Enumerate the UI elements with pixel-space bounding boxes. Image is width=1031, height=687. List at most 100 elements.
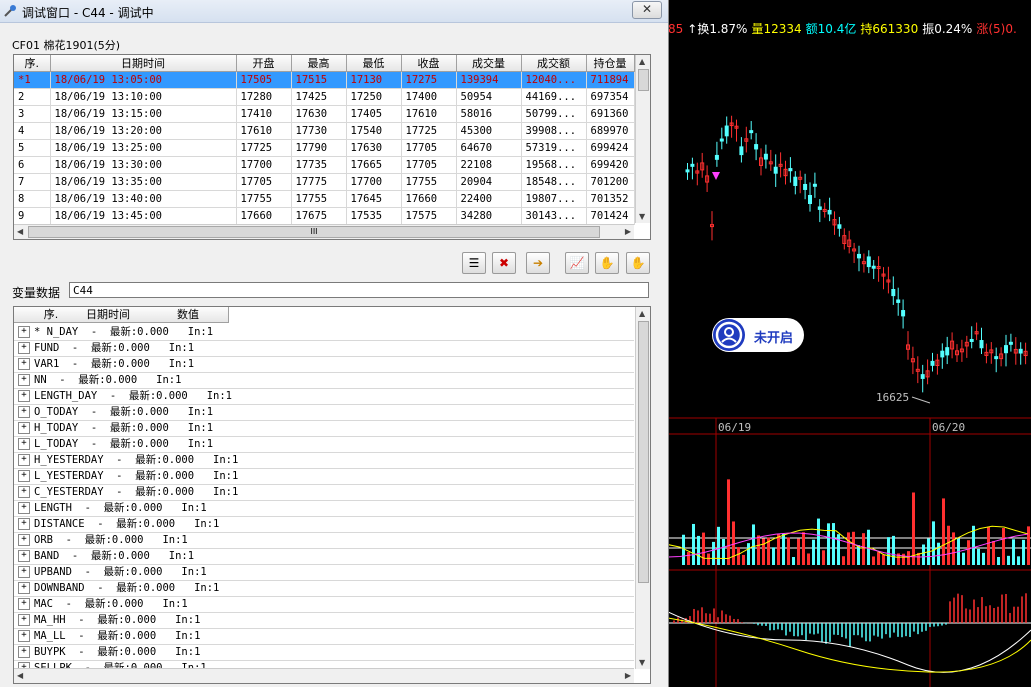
column-header[interactable]: 数值 (148, 307, 229, 323)
scroll-left-icon[interactable]: ◀ (17, 227, 23, 236)
expand-icon[interactable]: + (18, 390, 30, 402)
variable-row[interactable]: + LENGTH_DAY - 最新:0.000 In:1 (14, 388, 634, 405)
unopened-badge[interactable]: 未开启 (712, 318, 804, 352)
variable-row[interactable]: + BUYPK - 最新:0.000 In:1 (14, 644, 634, 661)
table-row[interactable]: 4 18/06/19 13:20:00 17610 17730 17540 17725 45… (14, 122, 635, 140)
expand-icon[interactable]: + (18, 438, 30, 450)
table-row[interactable]: 8 18/06/19 13:40:00 17755 17755 17645 17660 22… (14, 190, 635, 208)
expand-icon[interactable]: + (18, 614, 30, 626)
variable-row[interactable]: + BAND - 最新:0.000 In:1 (14, 548, 634, 565)
scroll-down-icon[interactable]: ▼ (639, 212, 645, 221)
expand-icon[interactable]: + (18, 518, 30, 530)
scroll-up-icon[interactable]: ▲ (639, 57, 645, 66)
pause-button[interactable]: ✋ (595, 252, 619, 274)
column-header[interactable]: 持仓量 (586, 55, 635, 72)
scroll-thumb[interactable] (638, 321, 649, 583)
variable-row[interactable]: + L_TODAY - 最新:0.000 In:1 (14, 436, 634, 453)
candle-body (803, 183, 808, 190)
expand-icon[interactable]: + (18, 630, 30, 642)
table-row[interactable]: 2 18/06/19 13:10:00 17280 17425 17250 17400 50… (14, 88, 635, 106)
column-header[interactable]: 序. (34, 307, 69, 323)
variable-row[interactable]: + H_TODAY - 最新:0.000 In:1 (14, 420, 634, 437)
variable-row[interactable]: + NN - 最新:0.000 In:1 (14, 372, 634, 389)
expand-icon[interactable]: + (18, 470, 30, 482)
column-header[interactable]: 日期时间 (68, 307, 149, 323)
title-bar[interactable]: 调试窗口 - C44 - 调试中 ✕ (0, 0, 668, 23)
variable-row[interactable]: + VAR1 - 最新:0.000 In:1 (14, 356, 634, 373)
scroll-down-icon[interactable]: ▼ (639, 658, 645, 667)
column-header[interactable]: 成交量 (456, 55, 522, 72)
clear-button[interactable]: ✖ (492, 252, 516, 274)
column-header[interactable]: 开盘 (236, 55, 292, 72)
quotes-vertical-scrollbar[interactable]: ▲ ▼ (635, 55, 650, 223)
variable-row[interactable]: + H_YESTERDAY - 最新:0.000 In:1 (14, 452, 634, 469)
column-header[interactable]: 日期时间 (50, 55, 237, 72)
scroll-up-icon[interactable]: ▲ (639, 309, 645, 318)
quotes-horizontal-scrollbar[interactable]: ◀ III ▶ (14, 224, 634, 239)
variables-list[interactable]: 序. 日期时间 数值 + * N_DAY - 最新:0.000 In:1 + FUND -… (13, 306, 651, 684)
stop-hand-icon: ✋ (630, 256, 646, 270)
expand-icon[interactable]: + (18, 374, 30, 386)
variable-row[interactable]: + MA_LL - 最新:0.000 In:1 (14, 628, 634, 645)
expand-icon[interactable]: + (18, 582, 30, 594)
variable-row[interactable]: + * N_DAY - 最新:0.000 In:1 (14, 324, 634, 341)
scroll-thumb[interactable] (638, 69, 649, 91)
candle-body (1004, 345, 1008, 354)
variable-row[interactable]: + FUND - 最新:0.000 In:1 (14, 340, 634, 357)
expand-icon[interactable]: + (18, 454, 30, 466)
table-row[interactable]: 5 18/06/19 13:25:00 17725 17790 17630 17705 64… (14, 139, 635, 157)
variables-horizontal-scrollbar[interactable]: ◀ ▶ (14, 668, 634, 683)
table-cell: 17790 (291, 139, 347, 157)
table-row[interactable]: 7 18/06/19 13:35:00 17705 17775 17700 17755 20… (14, 173, 635, 191)
variable-row[interactable]: + MAC - 最新:0.000 In:1 (14, 596, 634, 613)
export-button[interactable]: ☰ (462, 252, 486, 274)
column-header[interactable]: 最低 (346, 55, 402, 72)
variable-row[interactable]: + L_YESTERDAY - 最新:0.000 In:1 (14, 468, 634, 485)
variables-vertical-scrollbar[interactable]: ▲ ▼ (635, 307, 650, 669)
scroll-right-icon[interactable]: ▶ (625, 671, 631, 680)
variable-row[interactable]: + LENGTH - 最新:0.000 In:1 (14, 500, 634, 517)
column-header[interactable]: 最高 (291, 55, 347, 72)
expand-icon[interactable]: + (18, 326, 30, 338)
chart-button[interactable]: 📈 (565, 252, 589, 274)
table-row[interactable]: *1 18/06/19 13:05:00 17505 17515 17130 17275 1… (14, 71, 635, 89)
variable-text: DISTANCE - 最新:0.000 In:1 (34, 518, 220, 530)
variable-name-input[interactable]: C44 (69, 282, 649, 298)
expand-icon[interactable]: + (18, 502, 30, 514)
variable-row[interactable]: + UPBAND - 最新:0.000 In:1 (14, 564, 634, 581)
table-cell: 17705 (236, 173, 292, 191)
variable-row[interactable]: + DOWNBAND - 最新:0.000 In:1 (14, 580, 634, 597)
expand-icon[interactable]: + (18, 598, 30, 610)
column-header[interactable]: 成交额 (521, 55, 587, 72)
volume-bar (882, 554, 885, 565)
variable-row[interactable]: + C_YESTERDAY - 最新:0.000 In:1 (14, 484, 634, 501)
expand-icon[interactable]: + (18, 422, 30, 434)
volume-bar (807, 553, 810, 565)
scroll-right-icon[interactable]: ▶ (625, 227, 631, 236)
candle-body (739, 146, 744, 156)
expand-icon[interactable]: + (18, 566, 30, 578)
table-row[interactable]: 3 18/06/19 13:15:00 17410 17630 17405 17610 58… (14, 105, 635, 123)
column-header[interactable]: 序. (14, 55, 51, 72)
variable-row[interactable]: + ORB - 最新:0.000 In:1 (14, 532, 634, 549)
expand-icon[interactable]: + (18, 534, 30, 546)
step-button[interactable]: ➔ (526, 252, 550, 274)
table-row[interactable]: 9 18/06/19 13:45:00 17660 17675 17535 17575 34… (14, 207, 635, 225)
stop-button[interactable]: ✋ (626, 252, 650, 274)
expand-icon[interactable]: + (18, 342, 30, 354)
expand-icon[interactable]: + (18, 486, 30, 498)
expand-icon[interactable]: + (18, 406, 30, 418)
column-header[interactable]: 收盘 (401, 55, 457, 72)
scroll-left-icon[interactable]: ◀ (17, 671, 23, 680)
hscroll-thumb[interactable]: III (28, 226, 600, 238)
variable-row[interactable]: + MA_HH - 最新:0.000 In:1 (14, 612, 634, 629)
expand-icon[interactable]: + (18, 646, 30, 658)
expand-icon[interactable]: + (18, 550, 30, 562)
variable-row[interactable]: + DISTANCE - 最新:0.000 In:1 (14, 516, 634, 533)
table-row[interactable]: 6 18/06/19 13:30:00 17700 17735 17665 17705 22… (14, 156, 635, 174)
close-button[interactable]: ✕ (632, 1, 662, 19)
quotes-table[interactable]: 序. 日期时间 开盘 最高 最低 收盘 成交量 成交额 持仓量 *1 18/06/19 13:05… (13, 54, 651, 240)
variable-row[interactable]: + O_TODAY - 最新:0.000 In:1 (14, 404, 634, 421)
table-cell: 17730 (291, 122, 347, 140)
expand-icon[interactable]: + (18, 358, 30, 370)
